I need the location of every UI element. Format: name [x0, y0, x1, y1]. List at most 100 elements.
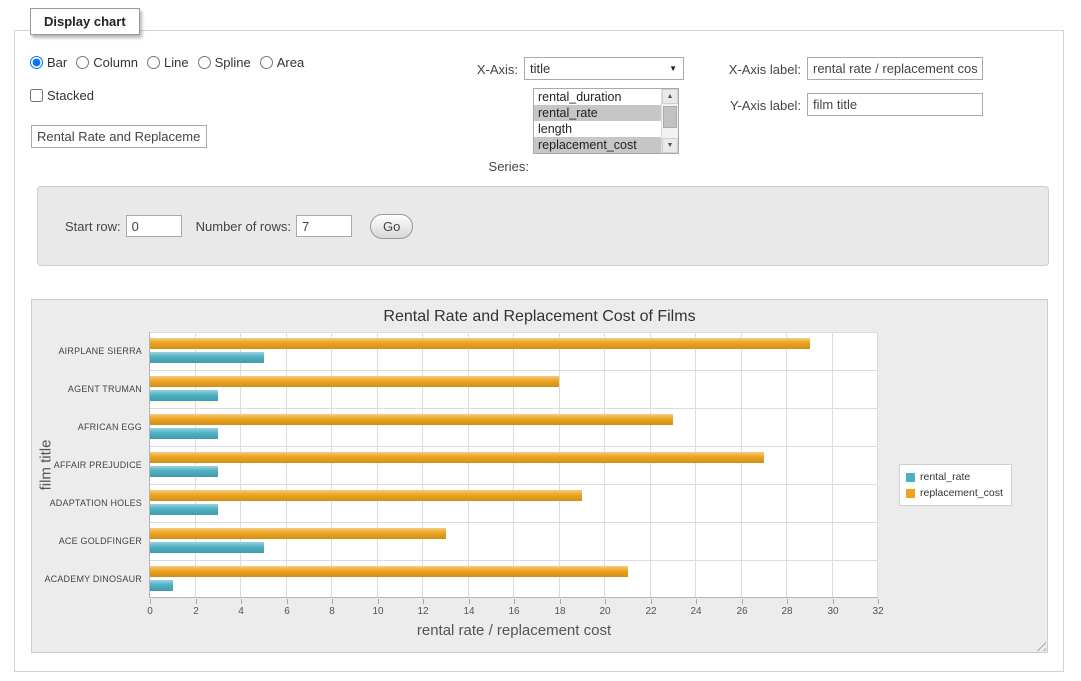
bar-rental_rate: [150, 466, 218, 477]
axis-tick: [287, 599, 288, 604]
category-label: ACADEMY DINOSAUR: [36, 574, 142, 584]
x-axis-select[interactable]: title: [524, 57, 684, 80]
category-label: AIRPLANE SIERRA: [36, 346, 142, 356]
axis-tick-label: 18: [545, 606, 575, 617]
chart-panel: Rental Rate and Replacement Cost of Film…: [31, 299, 1048, 653]
axis-tick: [742, 599, 743, 604]
chart-type-option-line[interactable]: Line: [147, 55, 189, 70]
chart-legend: rental_rate replacement_cost: [899, 464, 1012, 506]
gridline: [286, 332, 287, 597]
go-button[interactable]: Go: [370, 214, 413, 239]
axis-tick-label: 10: [363, 606, 393, 617]
gridline: [786, 332, 787, 597]
category-label: AGENT TRUMAN: [36, 384, 142, 394]
bar-rental_rate: [150, 504, 218, 515]
stacked-checkbox[interactable]: [30, 89, 43, 102]
scroll-down-icon[interactable]: ▼: [662, 138, 678, 153]
bar-rental_rate: [150, 580, 173, 591]
legend-item-replacement_cost[interactable]: replacement_cost: [906, 485, 1003, 501]
axis-tick: [241, 599, 242, 604]
row-range-panel: Start row: Number of rows: Go: [37, 186, 1049, 266]
axis-tick: [651, 599, 652, 604]
chart-type-radio-column[interactable]: [76, 56, 89, 69]
gridline: [240, 332, 241, 597]
axis-tick: [332, 599, 333, 604]
x-axis-title: rental rate / replacement cost: [150, 622, 878, 639]
chart-type-radio-label: Area: [277, 55, 304, 70]
y-axis-label-input[interactable]: [807, 93, 983, 116]
chart-type-option-spline[interactable]: Spline: [198, 55, 251, 70]
axis-tick: [833, 599, 834, 604]
bar-replacement_cost: [150, 490, 582, 501]
category-label: ADAPTATION HOLES: [36, 498, 142, 508]
gridline: [559, 332, 560, 597]
bar-rental_rate: [150, 390, 218, 401]
gridline: [741, 332, 742, 597]
axis-tick-label: 24: [681, 606, 711, 617]
axis-tick-label: 2: [181, 606, 211, 617]
stacked-option[interactable]: Stacked: [30, 88, 94, 103]
resize-handle-icon[interactable]: [1033, 638, 1046, 651]
bar-rental_rate: [150, 542, 264, 553]
x-axis-select-wrap: title ▼: [524, 57, 684, 80]
chart-title: Rental Rate and Replacement Cost of Film…: [32, 308, 1047, 326]
number-of-rows-input[interactable]: [296, 215, 352, 237]
series-options: rental_durationrental_ratelengthreplacem…: [534, 89, 661, 153]
chart-type-option-column[interactable]: Column: [76, 55, 138, 70]
axis-tick-label: 4: [226, 606, 256, 617]
axis-tick-label: 16: [499, 606, 529, 617]
gridline: [150, 446, 878, 447]
axis-tick: [878, 599, 879, 604]
chart-type-radio-line[interactable]: [147, 56, 160, 69]
gridline: [150, 560, 878, 561]
chart-type-radio-area[interactable]: [260, 56, 273, 69]
start-row-label: Start row:: [65, 219, 121, 234]
bar-rental_rate: [150, 352, 264, 363]
chart-type-radio-bar[interactable]: [30, 56, 43, 69]
series-option-rental_rate[interactable]: rental_rate: [534, 105, 661, 121]
gridline: [195, 332, 196, 597]
category-label: AFRICAN EGG: [36, 422, 142, 432]
series-option-rental_duration[interactable]: rental_duration: [534, 89, 661, 105]
scrollbar-thumb[interactable]: [663, 106, 677, 128]
bar-replacement_cost: [150, 376, 559, 387]
axis-tick: [514, 599, 515, 604]
gridline: [377, 332, 378, 597]
gridline: [150, 332, 878, 333]
listbox-scrollbar[interactable]: ▲ ▼: [661, 89, 678, 153]
bar-replacement_cost: [150, 414, 673, 425]
chart-type-option-area[interactable]: Area: [260, 55, 304, 70]
gridline: [468, 332, 469, 597]
axis-tick-label: 12: [408, 606, 438, 617]
axis-tick: [423, 599, 424, 604]
axis-tick: [605, 599, 606, 604]
series-option-length[interactable]: length: [534, 121, 661, 137]
axis-tick-label: 22: [636, 606, 666, 617]
number-of-rows-label: Number of rows:: [196, 219, 291, 234]
bar-replacement_cost: [150, 566, 628, 577]
gridline: [832, 332, 833, 597]
axis-tick: [150, 599, 151, 604]
axis-tick-label: 8: [317, 606, 347, 617]
gridline: [650, 332, 651, 597]
chart-type-radio-label: Spline: [215, 55, 251, 70]
series-option-replacement_cost[interactable]: replacement_cost: [534, 137, 661, 153]
gridline: [331, 332, 332, 597]
chart-type-radio-spline[interactable]: [198, 56, 211, 69]
series-listbox[interactable]: rental_durationrental_ratelengthreplacem…: [533, 88, 679, 154]
start-row-input[interactable]: [126, 215, 182, 237]
scroll-up-icon[interactable]: ▲: [662, 89, 678, 104]
axis-tick-label: 0: [135, 606, 165, 617]
plot-area: [149, 332, 878, 598]
axis-tick: [560, 599, 561, 604]
chart-title-input[interactable]: [31, 125, 207, 148]
chart-type-option-bar[interactable]: Bar: [30, 55, 67, 70]
gridline: [150, 522, 878, 523]
x-axis-label-input[interactable]: [807, 57, 983, 80]
x-axis-select-label: X-Axis:: [435, 62, 518, 77]
legend-item-rental_rate[interactable]: rental_rate: [906, 469, 1003, 485]
legend-swatch-icon: [906, 473, 915, 482]
legend-label: rental_rate: [920, 471, 970, 483]
display-chart-panel: BarColumnLineSplineArea Stacked X-Axis: …: [14, 30, 1064, 672]
bar-replacement_cost: [150, 452, 764, 463]
